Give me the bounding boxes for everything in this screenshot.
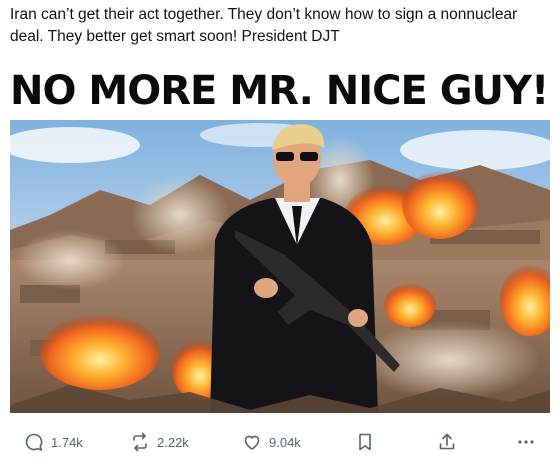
repost-button[interactable]: 2.22k — [130, 430, 189, 454]
reply-icon — [24, 432, 44, 452]
more-icon — [516, 432, 536, 452]
battle-scene-illustration — [10, 120, 550, 413]
repost-icon — [130, 432, 150, 452]
like-count: 9.04k — [269, 434, 301, 450]
reply-button[interactable]: 1.74k — [24, 430, 83, 454]
image-headline: NO MORE MR. NICE GUY! — [10, 68, 550, 116]
bookmark-icon — [355, 432, 375, 452]
more-options-button[interactable] — [516, 430, 536, 454]
like-button[interactable]: 9.04k — [242, 430, 301, 454]
share-icon — [437, 432, 457, 452]
bookmark-button[interactable] — [355, 430, 375, 454]
post-text: Iran can’t get their act together. They … — [10, 6, 518, 45]
like-icon — [242, 432, 262, 452]
repost-count: 2.22k — [157, 434, 189, 450]
image-headline-text: NO MORE MR. NICE GUY! — [10, 68, 549, 114]
post-image[interactable]: NO MORE MR. NICE GUY! — [10, 58, 550, 413]
post-action-bar: 1.74k 2.22k 9.04k — [0, 424, 560, 460]
share-button[interactable] — [437, 430, 457, 454]
reply-count: 1.74k — [51, 434, 83, 450]
